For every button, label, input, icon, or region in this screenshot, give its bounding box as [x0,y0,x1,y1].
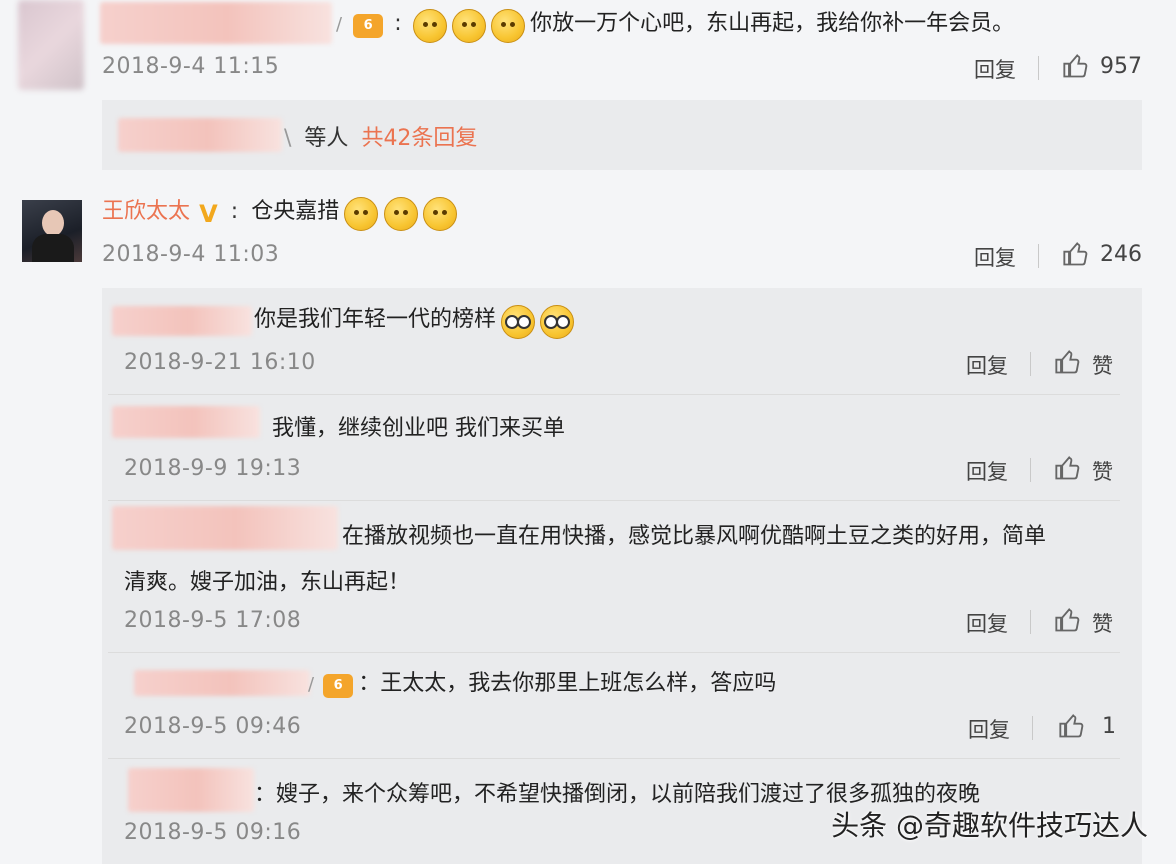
like-count: 246 [1100,242,1142,267]
slash-mark: \ [284,126,292,151]
comment-time: 2018-9-4 11:03 [102,242,280,267]
separator [1030,458,1031,482]
pleading-emoji-icon [383,196,418,231]
reply-text: 你是我们年轻一代的榜样 [254,307,497,332]
comment-text: 你放一万个心吧，东山再起，我给你补一年会员。 [530,11,1015,36]
verified-v-icon: V [199,199,218,228]
separator [1038,244,1039,268]
avatar[interactable] [22,200,82,262]
vip-badge-icon: 6 [353,13,384,38]
username-blurred[interactable] [112,506,338,550]
reply-line: / 6 ：王太太，我去你那里上班怎么样，答应吗 [308,666,776,702]
reply-time: 2018-9-5 09:46 [124,714,302,739]
username-blurred[interactable] [112,306,252,336]
reply-button[interactable]: 回复 [974,54,1016,84]
reply-text: ：王太太，我去你那里上班怎么样，答应吗 [358,671,777,696]
reply-button[interactable]: 回复 [966,608,1008,638]
like-button[interactable]: 赞 [1092,608,1113,638]
comment-2-line: 王欣太太 V : 仓央嘉措 [102,194,457,231]
comment-1-line: / 6 : 你放一万个心吧，东山再起，我给你补一年会员。 [336,6,1015,43]
cat-emoji-icon [412,8,447,43]
replies-summary: \ 等人 共42条回复 [284,120,477,152]
thumbs-up-icon[interactable] [1058,712,1086,740]
replies-summary-text: 等人 [304,126,349,151]
thumbs-up-icon[interactable] [1062,240,1090,268]
thumbs-up-icon[interactable] [1054,454,1082,482]
reply-text: 我懂，继续创业吧 我们来买单 [272,416,565,441]
divider [108,394,1120,395]
reply-text-line-2: 清爽。嫂子加油，东山再起！ [124,570,411,595]
like-button[interactable]: 赞 [1092,350,1113,380]
like-button[interactable]: 赞 [1092,456,1113,486]
slash-mark: / [308,674,315,695]
cat-emoji-icon [451,8,486,43]
reply-line: 你是我们年轻一代的榜样 [254,302,575,339]
slash-mark: / [336,14,343,35]
separator [1032,716,1033,740]
reply-button[interactable]: 回复 [968,714,1010,744]
reply-time: 2018-9-5 17:08 [124,608,302,633]
reply-button[interactable]: 回复 [966,350,1008,380]
author-name[interactable]: 王欣太太 [102,199,190,224]
colon: : [230,199,239,224]
pleading-emoji-icon [344,196,379,231]
username-blurred[interactable] [134,670,310,696]
username-blurred[interactable] [112,406,260,438]
separator [1030,352,1031,376]
cat-emoji-icon [490,8,525,43]
watermark: 头条 @奇趣软件技巧达人 [831,809,1148,842]
nerd-emoji-icon [540,304,575,339]
thumbs-up-icon[interactable] [1062,52,1090,80]
divider [108,500,1120,501]
separator [1038,56,1039,80]
reply-time: 2018-9-5 09:16 [124,820,302,845]
comment-text: 仓央嘉措 [251,199,340,224]
separator [1030,610,1031,634]
pleading-emoji-icon [422,196,457,231]
avatar-blurred[interactable] [18,0,84,90]
reply-time: 2018-9-21 16:10 [124,350,316,375]
username-blurred[interactable] [118,118,282,152]
comment-time: 2018-9-4 11:15 [102,54,280,79]
nerd-emoji-icon [501,304,536,339]
reply-button[interactable]: 回复 [966,456,1008,486]
view-all-replies-link[interactable]: 共42条回复 [361,126,477,151]
username-blurred[interactable] [128,768,254,812]
colon: : [394,11,402,36]
thumbs-up-icon[interactable] [1054,606,1082,634]
vip-badge-icon: 6 [323,673,354,698]
like-count: 957 [1100,54,1142,79]
reply-text-line-1: 在播放视频也一直在用快播，感觉比暴风啊优酷啊土豆之类的好用，简单 [342,524,1047,549]
reply-button[interactable]: 回复 [974,242,1016,272]
reply-time: 2018-9-9 19:13 [124,456,302,481]
thumbs-up-icon[interactable] [1054,348,1082,376]
divider [108,652,1120,653]
like-count: 1 [1102,714,1116,739]
username-blurred[interactable] [100,2,332,44]
divider [108,758,1120,759]
